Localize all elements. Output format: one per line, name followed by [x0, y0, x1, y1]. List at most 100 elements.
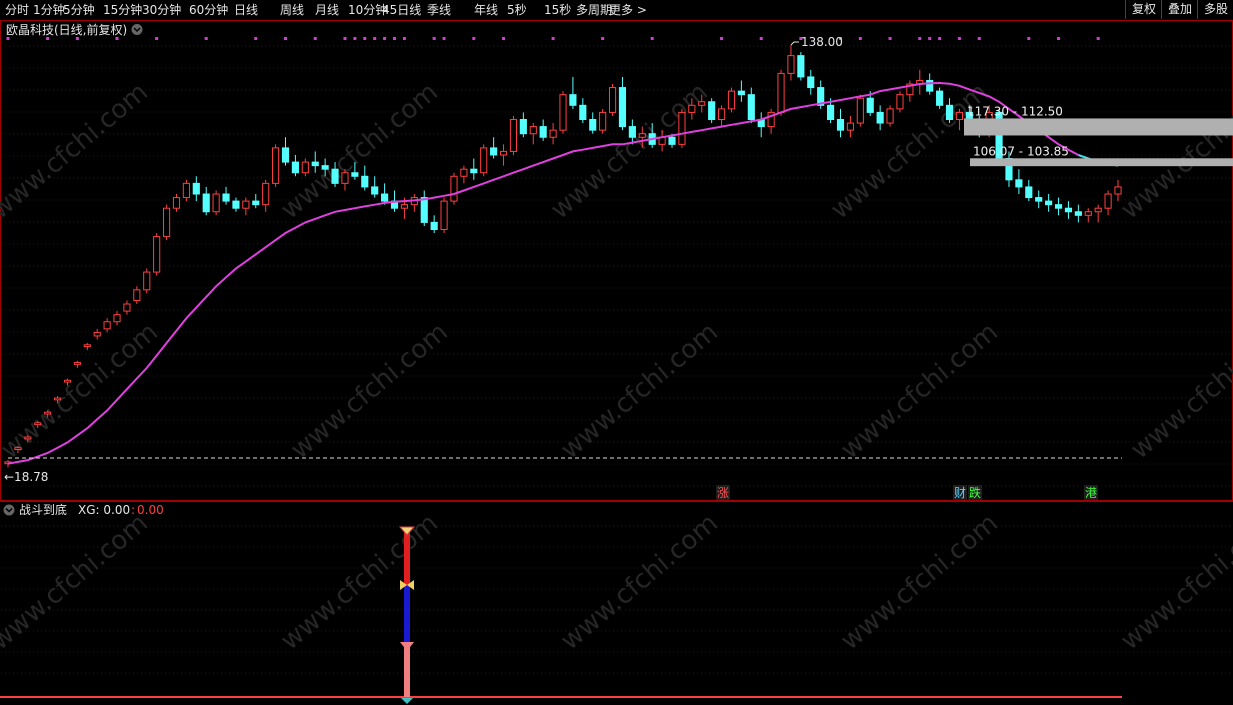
candle-body [886, 108, 894, 124]
candle-body [321, 165, 329, 170]
signal-dot [858, 37, 862, 40]
period-tab-6[interactable]: 日线 [234, 2, 258, 18]
watermark-text: www.cfchi.com [835, 508, 1004, 656]
watermark-text: www.cfchi.com [1115, 77, 1233, 225]
candle-body [1045, 200, 1053, 206]
candle-body [797, 55, 805, 78]
indicator-dropdown-icon[interactable] [3, 504, 15, 516]
indicator-name[interactable]: 战斗到底 [19, 502, 67, 517]
title-dropdown-icon[interactable] [131, 24, 143, 35]
candle-body [93, 331, 101, 337]
period-tab-11[interactable]: 季线 [427, 2, 451, 18]
signal-dot [888, 37, 892, 40]
candle-body [202, 193, 210, 213]
watermark-text: www.cfchi.com [555, 508, 724, 656]
candle-body [955, 111, 964, 121]
period-tab-8[interactable]: 月线 [315, 2, 339, 18]
signal-dot [6, 37, 10, 40]
candle-body [371, 186, 379, 195]
candle-body [400, 204, 409, 209]
watermark-text: www.cfchi.com [835, 317, 1004, 465]
gap-zone-lower [970, 158, 1233, 167]
candle-body [569, 94, 577, 106]
candle-body [747, 94, 755, 121]
candle-body [272, 147, 280, 184]
chart-title: 欧晶科技(日线,前复权) [6, 22, 127, 37]
toolbar-button-0[interactable]: 复权 [1125, 0, 1162, 19]
watermark-text: www.cfchi.com [0, 317, 164, 465]
bar-segment-red [404, 529, 410, 585]
period-tab-2[interactable]: 5分钟 [63, 2, 95, 18]
candle-body [420, 197, 428, 223]
signal-dot [759, 37, 763, 40]
high-price-label: 138.00 [801, 35, 843, 49]
candle-body [341, 172, 349, 184]
candle-body [846, 122, 854, 131]
event-marker-label: 港 [1085, 486, 1097, 500]
period-tab-4[interactable]: 30分钟 [142, 2, 181, 18]
candle-body [727, 90, 736, 110]
xg-label: XG: 0.00 [78, 503, 130, 517]
period-tab-3[interactable]: 15分钟 [103, 2, 142, 18]
signal-dot [343, 37, 347, 40]
candle-body [936, 90, 944, 106]
candle-body [807, 76, 815, 89]
signal-dot [650, 37, 654, 40]
signal-dot [502, 37, 506, 40]
candle-body [252, 200, 260, 206]
signal-dot [46, 37, 50, 40]
period-toolbar: 分时 1分钟 5分钟 15分钟 30分钟 60分钟 日线 周线 月线 10分钟 45日线 季线 年线 5秒… [0, 0, 1233, 20]
candle-body [599, 111, 607, 131]
candle-body [262, 182, 270, 206]
candle-body [490, 147, 498, 156]
indicator-panel: www.cfchi.com www.cfchi.com www.cfchi.com w… [0, 501, 1233, 704]
period-tab-15[interactable]: 多周期 [576, 2, 612, 18]
watermark-text: www.cfchi.com [275, 508, 444, 656]
candle-body [896, 94, 904, 110]
candle-body [688, 104, 696, 113]
period-tab-1[interactable]: 1分钟 [33, 2, 65, 18]
candle-body [717, 108, 726, 121]
base-marker-icon [401, 698, 413, 704]
candle-body [331, 168, 339, 184]
candle-body [133, 289, 141, 301]
signal-dot [363, 37, 367, 40]
period-tab-10[interactable]: 45日线 [382, 2, 421, 18]
period-tab-12[interactable]: 年线 [474, 2, 498, 18]
candle-body [480, 147, 488, 174]
candle-body [73, 362, 81, 365]
signal-dot [313, 37, 317, 40]
candle-body [638, 133, 646, 138]
signal-dot [373, 37, 377, 40]
candle-body [559, 94, 567, 131]
period-tab-5[interactable]: 60分钟 [189, 2, 228, 18]
period-tab-13[interactable]: 5秒 [507, 2, 527, 18]
signal-dot [938, 37, 942, 40]
candle-body [430, 221, 438, 230]
signal-dot [442, 37, 446, 40]
toolbar-button-1[interactable]: 叠加 [1161, 0, 1198, 19]
candle-body [866, 97, 874, 113]
candle-body [1104, 193, 1112, 209]
period-tab-16[interactable]: 更多 > [609, 2, 647, 18]
candle-body [509, 119, 518, 152]
candle-body [222, 193, 230, 202]
event-marker-label: 涨 [717, 485, 729, 500]
candle-body [539, 126, 547, 138]
signal-dot [977, 37, 981, 40]
signal-dot [1027, 37, 1031, 40]
signal-dot [928, 37, 932, 40]
period-tab-14[interactable]: 15秒 [544, 2, 571, 18]
candle-body [172, 197, 181, 209]
candle-body [668, 136, 676, 145]
toolbar-button-2[interactable]: 多股 [1197, 0, 1233, 19]
candle-body [1074, 211, 1082, 216]
candle-body [14, 447, 22, 450]
period-tab-0[interactable]: 分时 [5, 2, 29, 18]
candle-body [1084, 211, 1092, 216]
candle-body [24, 436, 32, 440]
high-price-pointer [790, 41, 799, 46]
candle-body [470, 168, 478, 174]
signal-dot [115, 37, 119, 40]
period-tab-7[interactable]: 周线 [280, 2, 304, 18]
